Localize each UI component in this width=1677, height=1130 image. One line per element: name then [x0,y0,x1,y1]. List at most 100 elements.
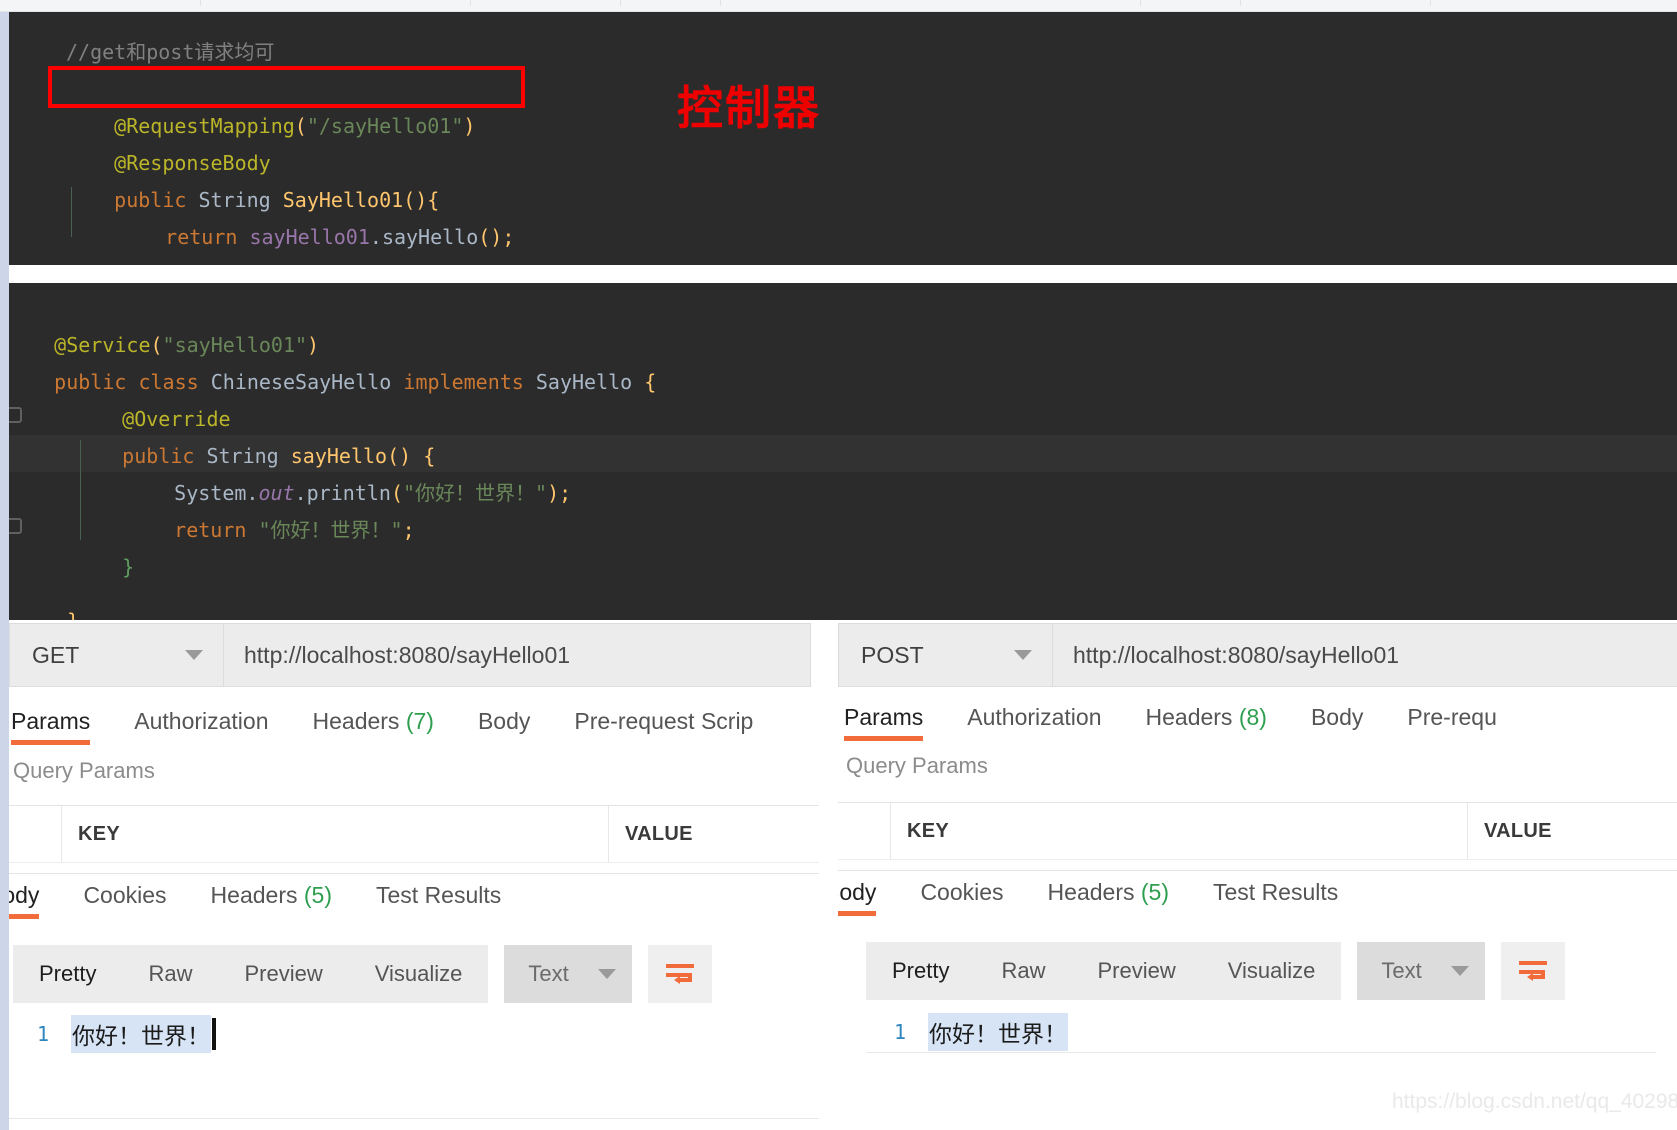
wrap-lines-button[interactable] [648,945,713,1003]
code-line: @ResponseBody [66,108,271,175]
postman-panel-post: POST http://localhost:8080/sayHello01 Pa… [838,620,1677,1130]
tab-pre-request-script[interactable]: Pre-request Scrip [574,704,753,745]
request-tabs: Params Authorization Headers (8) Body Pr… [844,700,1541,752]
view-pretty[interactable]: Pretty [866,958,975,984]
request-tabs: Params Authorization Headers (7) Body Pr… [11,704,797,756]
response-toolbar: Pretty Raw Preview Visualize Text [13,945,713,1003]
chevron-down-icon [1451,966,1470,976]
tab-params[interactable]: Params [11,704,91,745]
body-underline [866,1052,1656,1053]
tab-label: Headers [312,708,400,734]
view-preview[interactable]: Preview [218,961,348,987]
tab-response-headers[interactable]: Headers (5) [1048,875,1169,916]
code-line: public String sayHello() { [122,444,436,468]
line-number: 1 [893,1020,906,1044]
annotation-controller-label: 控制器 [677,81,821,135]
tab-label: Body [477,708,531,734]
code-line: public String SayHello01(){ [114,188,440,212]
url-input[interactable]: http://localhost:8080/sayHello01 [1053,623,1677,687]
url-input[interactable]: http://localhost:8080/sayHello01 [224,623,811,687]
method-select-post[interactable]: POST [838,623,1053,687]
postman-panel-get: GET http://localhost:8080/sayHello01 Par… [9,620,830,1130]
view-raw[interactable]: Raw [122,961,218,987]
view-visualize[interactable]: Visualize [1202,958,1342,984]
tab-authorization[interactable]: Authorization [134,704,268,745]
text-cursor [212,1018,216,1050]
left-body-underline [9,1118,819,1119]
format-select[interactable]: Text [1357,942,1486,1000]
tab-cookies[interactable]: Cookies [83,878,166,919]
query-params-label: Query Params [13,758,155,783]
column-header-value: VALUE [625,822,693,845]
code-line: return "你好！世界！"; [174,518,415,542]
tab-label: Headers [1047,879,1135,905]
code-line: } [19,566,79,620]
code-fold-icon[interactable] [9,518,22,534]
tab-headers[interactable]: Headers (7) [313,704,434,745]
code-line: } [66,219,126,265]
response-tabs: Body Cookies Headers (5) Test Results [838,875,1382,925]
wrap-lines-icon [666,964,695,984]
code-line: } [122,555,135,579]
tab-label: Pre-request Scrip [574,708,754,734]
tab-test-results[interactable]: Test Results [1213,875,1338,916]
view-raw[interactable]: Raw [975,958,1071,984]
tab-label: Headers [1145,704,1233,730]
code-line: //get和post请求均可 [66,34,274,71]
view-preview[interactable]: Preview [1071,958,1201,984]
code-editor-service[interactable]: @Service("sayHello01") public class Chin… [9,283,1677,620]
response-tabs: Body Cookies Headers (5) Test Results [9,878,545,928]
row-checkbox-cell[interactable] [838,803,891,859]
view-mode-group: Pretty Raw Preview Visualize [13,945,489,1003]
tab-count: (8) [1238,704,1267,730]
tab-test-results[interactable]: Test Results [376,878,501,919]
response-body-line: 1 你好！世界！ [866,1013,1068,1051]
request-url-bar: POST http://localhost:8080/sayHello01 [838,623,1677,687]
tab-label: Params [11,708,91,734]
tab-count: (7) [405,708,434,734]
tab-headers[interactable]: Headers (8) [1146,700,1267,741]
tab-params[interactable]: Params [844,700,924,741]
method-label: POST [861,641,924,668]
tab-label: Cookies [920,879,1004,905]
window-top-strip [0,0,1677,12]
tab-pre-request-script[interactable]: Pre-requ [1407,700,1496,741]
tab-count: (5) [303,882,332,908]
tab-label: Params [844,704,924,730]
response-body-text: 你好！世界！ [928,1013,1068,1051]
view-visualize[interactable]: Visualize [349,961,489,987]
code-line: System.out.println("你好！世界！"); [174,481,572,505]
tab-label: Authorization [134,708,269,734]
tab-label: Pre-requ [1407,704,1497,730]
column-header-key: KEY [62,806,609,862]
tab-cookies[interactable]: Cookies [920,875,1003,916]
code-line: public class ChineseSayHello implements … [54,370,657,394]
code-comment: //get和post请求均可 [66,40,275,64]
column-header-key: KEY [891,803,1468,859]
tab-label: Test Results [1213,879,1339,905]
row-checkbox-cell[interactable] [9,806,62,862]
url-text: http://localhost:8080/sayHello01 [1073,641,1400,668]
view-pretty[interactable]: Pretty [13,961,122,987]
response-toolbar: Pretty Raw Preview Visualize Text [866,942,1566,1000]
wrap-lines-button[interactable] [1501,942,1566,1000]
tab-body[interactable]: Body [1311,700,1363,741]
tab-label: Body [1310,704,1364,730]
tab-authorization[interactable]: Authorization [967,700,1101,741]
tab-body[interactable]: Body [478,704,530,745]
response-body-text: 你好！世界！ [71,1015,211,1053]
code-line: @Service("sayHello01") [54,333,320,357]
query-params-table: KEY VALUE [9,805,819,874]
tab-label: Headers [210,882,298,908]
column-header-value: VALUE [1484,819,1552,842]
tab-response-body[interactable]: Body [838,875,877,916]
method-select-get[interactable]: GET [9,623,224,687]
format-select[interactable]: Text [504,945,633,1003]
table-row[interactable] [838,859,1677,870]
query-params-table: KEY VALUE [838,802,1677,871]
tab-response-headers[interactable]: Headers (5) [211,878,332,919]
table-row[interactable] [9,862,819,873]
tab-response-body[interactable]: Body [9,878,40,919]
tab-label: Cookies [83,882,167,908]
code-editor-controller[interactable]: //get和post请求均可 @RequestMapping("/sayHell… [9,12,1677,265]
